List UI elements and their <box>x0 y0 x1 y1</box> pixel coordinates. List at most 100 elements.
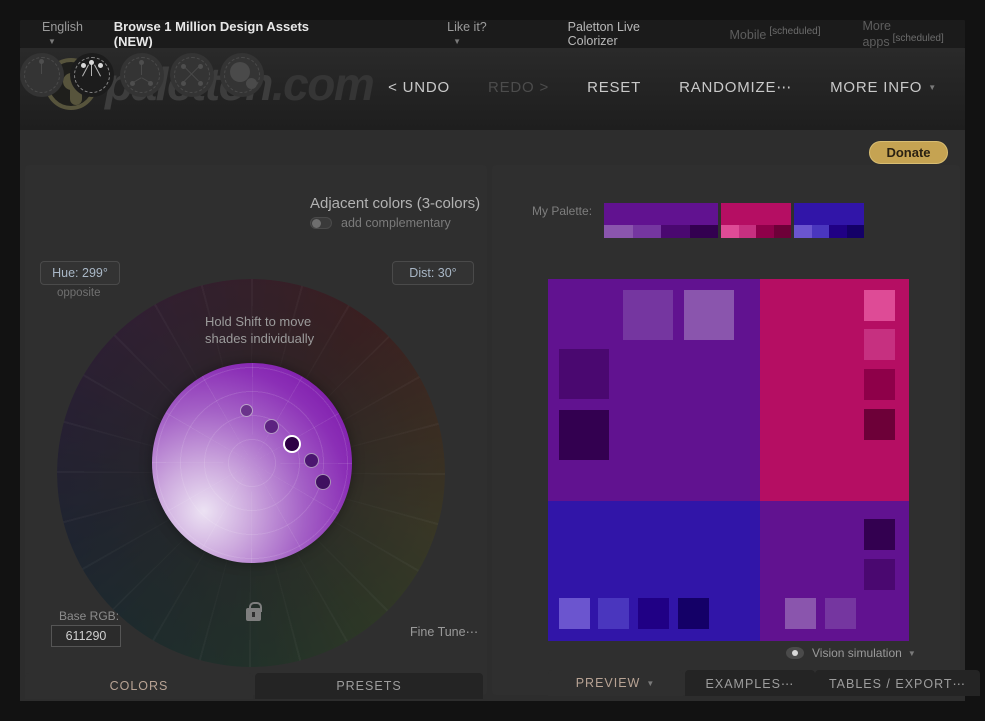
right-panel-tabs: PREVIEW ▼ EXAMPLES⋯ TABLES / EXPORT⋯ <box>548 670 980 696</box>
tab-preview-label: PREVIEW <box>576 676 641 690</box>
promo-link[interactable]: Browse 1 Million Design Assets (NEW) <box>114 19 329 49</box>
tab-tables-export[interactable]: TABLES / EXPORT⋯ <box>815 670 980 696</box>
triad-scheme-icon[interactable] <box>120 53 164 97</box>
palette-shades <box>604 225 718 238</box>
mobile-label: Mobile <box>730 28 767 42</box>
tab-examples[interactable]: EXAMPLES⋯ <box>685 670 815 696</box>
palette-group-secondary-magenta[interactable] <box>721 203 791 238</box>
preview-swatch[interactable] <box>559 410 609 460</box>
handle-shade-3[interactable] <box>304 453 319 468</box>
palette-shade-swatch[interactable] <box>690 225 719 238</box>
palette-shade-swatch[interactable] <box>756 225 774 238</box>
scheme-selector <box>20 53 270 97</box>
add-complementary-row[interactable]: add complementary <box>310 216 451 230</box>
handle-shade-4[interactable] <box>315 474 331 490</box>
saturation-disc[interactable] <box>152 363 352 563</box>
more-info-label: MORE INFO <box>830 79 922 96</box>
palette-shade-swatch[interactable] <box>812 225 830 238</box>
donate-button[interactable]: Donate <box>869 141 948 164</box>
like-it-menu[interactable]: Like it? ▼ <box>447 20 495 48</box>
lock-icon[interactable] <box>246 608 261 621</box>
shift-hint: Hold Shift to move shades individually <box>205 313 314 347</box>
preview-swatch[interactable] <box>559 598 590 629</box>
eye-icon <box>786 647 804 659</box>
shift-hint-line2: shades individually <box>205 330 314 347</box>
quadrant-secondary-blue[interactable] <box>548 501 760 641</box>
distance-value-field[interactable]: Dist: 30° <box>392 261 474 285</box>
preview-swatch[interactable] <box>825 598 856 629</box>
quadrant-secondary-magenta[interactable] <box>760 279 909 501</box>
adjacent-scheme-icon[interactable] <box>70 53 114 97</box>
palette-shades <box>794 225 864 238</box>
fine-tune-button[interactable]: Fine Tune⋯ <box>410 624 478 639</box>
vision-simulation-label: Vision simulation <box>812 646 902 660</box>
base-rgb-input[interactable]: 611290 <box>51 625 121 647</box>
quadrant-primary-purple-alt[interactable] <box>760 501 909 641</box>
chevron-down-icon: ▼ <box>928 83 937 92</box>
vision-simulation-control[interactable]: Vision simulation ▼ <box>786 646 916 660</box>
tetrad-scheme-icon[interactable] <box>170 53 214 97</box>
add-complementary-toggle[interactable] <box>310 217 332 229</box>
mobile-scheduled-badge: [scheduled] <box>769 26 820 37</box>
palette-main-swatch[interactable] <box>794 203 864 225</box>
more-apps-label: More apps <box>862 19 890 49</box>
more-apps-scheduled-badge: [scheduled] <box>893 33 944 44</box>
palette-preview[interactable] <box>548 279 909 641</box>
preview-swatch[interactable] <box>864 519 895 550</box>
palette-shade-swatch[interactable] <box>604 225 633 238</box>
preview-swatch[interactable] <box>864 369 895 400</box>
opposite-label[interactable]: opposite <box>57 287 100 299</box>
header-nav: < UNDO REDO > RESET RANDOMIZE⋯ MORE INFO… <box>350 78 937 96</box>
preview-swatch[interactable] <box>864 329 895 360</box>
shift-hint-line1: Hold Shift to move <box>205 313 314 330</box>
tab-colors[interactable]: COLORS <box>25 673 253 699</box>
preview-swatch[interactable] <box>598 598 629 629</box>
mobile-link[interactable]: Mobile[scheduled] <box>730 26 821 42</box>
preview-swatch[interactable] <box>684 290 734 340</box>
palette-group-secondary-blue[interactable] <box>794 203 864 238</box>
add-complementary-label: add complementary <box>341 216 451 230</box>
language-selector[interactable]: English▼ <box>42 20 92 48</box>
palette-shade-swatch[interactable] <box>633 225 662 238</box>
tab-presets[interactable]: PRESETS <box>255 673 483 699</box>
handle-base[interactable] <box>283 435 301 453</box>
preview-swatch[interactable] <box>559 349 609 399</box>
palette-shades <box>721 225 791 238</box>
redo-button[interactable]: REDO > <box>488 79 549 96</box>
quadrant-primary-purple[interactable] <box>548 279 760 501</box>
reset-button[interactable]: RESET <box>587 79 641 96</box>
language-label: English <box>42 20 83 34</box>
more-apps-link[interactable]: More apps[scheduled] <box>862 19 965 49</box>
chevron-down-icon: ▼ <box>453 37 461 46</box>
randomize-button[interactable]: RANDOMIZE⋯ <box>679 78 792 96</box>
palette-main-swatch[interactable] <box>721 203 791 225</box>
handle-shade-2[interactable] <box>264 419 279 434</box>
palette-main-swatch[interactable] <box>604 203 718 225</box>
palette-shade-swatch[interactable] <box>829 225 847 238</box>
preview-swatch[interactable] <box>623 290 673 340</box>
palette-shade-swatch[interactable] <box>721 225 739 238</box>
preview-swatch[interactable] <box>864 290 895 321</box>
like-it-label: Like it? <box>447 20 487 34</box>
palette-shade-swatch[interactable] <box>794 225 812 238</box>
undo-button[interactable]: < UNDO <box>388 79 450 96</box>
chevron-down-icon: ▼ <box>646 679 655 688</box>
palette-shade-swatch[interactable] <box>661 225 690 238</box>
palette-shade-swatch[interactable] <box>847 225 865 238</box>
preview-swatch[interactable] <box>864 409 895 440</box>
preview-swatch[interactable] <box>678 598 709 629</box>
freestyle-scheme-icon[interactable] <box>220 53 264 97</box>
tab-preview[interactable]: PREVIEW ▼ <box>548 670 683 696</box>
preview-swatch[interactable] <box>864 559 895 590</box>
more-info-menu[interactable]: MORE INFO ▼ <box>830 79 937 96</box>
monochromatic-scheme-icon[interactable] <box>20 53 64 97</box>
palette-shade-swatch[interactable] <box>739 225 757 238</box>
palette-shade-swatch[interactable] <box>774 225 792 238</box>
palette-group-primary-purple[interactable] <box>604 203 718 238</box>
handle-shade-1[interactable] <box>240 404 253 417</box>
preview-swatch[interactable] <box>785 598 816 629</box>
preview-swatch[interactable] <box>638 598 669 629</box>
live-colorizer-link[interactable]: Paletton Live Colorizer <box>568 20 682 48</box>
hue-value-field[interactable]: Hue: 299° <box>40 261 120 285</box>
my-palette-strip[interactable] <box>604 203 867 238</box>
